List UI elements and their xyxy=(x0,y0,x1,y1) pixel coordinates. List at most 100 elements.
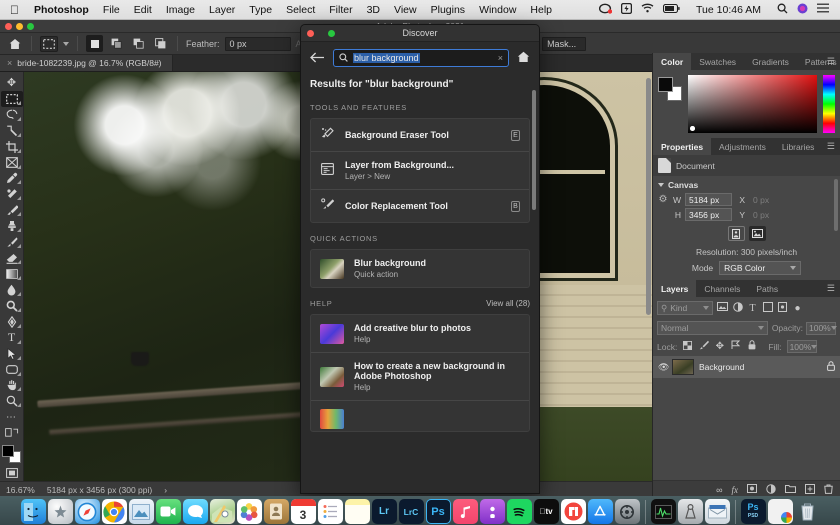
menu-type[interactable]: Type xyxy=(242,4,279,16)
opacity-input[interactable]: 100% xyxy=(806,321,837,335)
dock-item-music[interactable] xyxy=(452,499,478,524)
dock-item-finder-window[interactable] xyxy=(767,499,793,524)
properties-scrollbar[interactable] xyxy=(834,179,838,231)
lasso-tool[interactable] xyxy=(1,107,23,123)
eraser-tool[interactable] xyxy=(1,250,23,266)
menubar-clock[interactable]: Tue 10:46 AM xyxy=(689,4,768,16)
height-input[interactable]: 3456 px xyxy=(685,208,732,221)
dock-item-reminders[interactable] xyxy=(317,499,343,524)
window-controls[interactable] xyxy=(5,23,34,30)
dock-item-automator[interactable] xyxy=(677,499,703,524)
pixel-layer-filter-icon[interactable] xyxy=(717,302,728,314)
result-row-add-creative-blur[interactable]: Add creative blur to photos Help xyxy=(311,315,529,352)
type-tool[interactable]: T xyxy=(1,330,23,346)
spotlight-search-icon[interactable] xyxy=(777,3,788,17)
new-adjustment-layer-icon[interactable] xyxy=(766,483,776,496)
history-brush-tool[interactable] xyxy=(1,234,23,250)
tab-paths[interactable]: Paths xyxy=(748,280,786,297)
document-tab[interactable]: × bride-1082239.jpg @ 16.7% (RGB/8#) xyxy=(0,55,173,71)
status-expand-icon[interactable]: › xyxy=(164,485,167,495)
filter-toggle-icon[interactable]: ● xyxy=(792,303,803,314)
layer-row-background[interactable]: 👁 Background xyxy=(653,356,840,378)
menu-3d[interactable]: 3D xyxy=(360,4,387,16)
dock-item-trash[interactable] xyxy=(795,499,820,524)
link-dimensions-icon[interactable]: ⚙ xyxy=(658,194,668,205)
canvas-vertical-scrollbar[interactable] xyxy=(646,78,651,316)
result-row-how-to-create-background[interactable]: How to create a new background in Adobe … xyxy=(311,352,529,400)
brush-tool[interactable] xyxy=(1,202,23,218)
tab-layers[interactable]: Layers xyxy=(653,280,697,297)
portrait-orientation-icon[interactable] xyxy=(727,226,745,241)
dock-item-notes[interactable] xyxy=(344,499,370,524)
dock-item-mail-stack[interactable] xyxy=(704,499,730,524)
menu-file[interactable]: File xyxy=(96,4,127,16)
move-tool[interactable]: ✥ xyxy=(1,75,23,91)
dock-item-photoshop[interactable]: Ps xyxy=(425,499,451,524)
result-row-blur-background[interactable]: Blur background Quick action xyxy=(311,250,529,287)
dock-item-launchpad[interactable] xyxy=(47,499,73,524)
new-group-icon[interactable] xyxy=(785,484,796,495)
discover-panel[interactable]: Discover blur background × Results for "… xyxy=(300,24,540,494)
menu-view[interactable]: View xyxy=(387,4,424,16)
path-selection-tool[interactable] xyxy=(1,346,23,362)
chevron-down-icon[interactable] xyxy=(658,183,664,187)
layer-filter-kind-select[interactable]: ⚲ Kind xyxy=(657,301,713,315)
color-swatches[interactable] xyxy=(1,445,22,464)
apple-menu-icon[interactable]:  xyxy=(7,3,27,17)
lock-transparent-pixels-icon[interactable] xyxy=(682,340,693,353)
color-mode-select[interactable]: RGB Color xyxy=(719,261,802,275)
clone-stamp-tool[interactable] xyxy=(1,218,23,234)
dock-item-podcasts[interactable] xyxy=(479,499,505,524)
menu-layer[interactable]: Layer xyxy=(202,4,242,16)
feather-input[interactable]: 0 px xyxy=(224,36,291,51)
delete-layer-icon[interactable] xyxy=(824,484,833,496)
width-input[interactable]: 5184 px xyxy=(685,193,732,206)
menu-plugins[interactable]: Plugins xyxy=(424,4,472,16)
tool-preset-picker[interactable] xyxy=(40,35,58,52)
y-input[interactable]: 0 px xyxy=(749,208,796,221)
result-row-layer-from-background[interactable]: Layer from Background... Layer > New xyxy=(311,151,529,189)
dock-item-calendar[interactable]: 3 xyxy=(290,499,316,524)
dock-item-chrome[interactable] xyxy=(101,499,127,524)
quick-selection-tool[interactable] xyxy=(1,123,23,139)
discover-close-button[interactable] xyxy=(307,30,314,37)
dock-item-messages[interactable] xyxy=(182,499,208,524)
dock-item-apple-tv[interactable]: tv xyxy=(533,499,559,524)
zoom-level[interactable]: 16.67% xyxy=(6,485,35,495)
dodge-tool[interactable] xyxy=(1,298,23,314)
discover-zoom-button[interactable] xyxy=(328,30,335,37)
adjustment-layer-filter-icon[interactable] xyxy=(732,301,743,315)
home-icon[interactable] xyxy=(6,35,23,52)
hand-tool[interactable] xyxy=(1,378,23,394)
menu-help[interactable]: Help xyxy=(523,4,559,16)
screen-mode-icon[interactable] xyxy=(1,465,23,481)
result-row-partial[interactable] xyxy=(311,400,529,431)
pen-tool[interactable] xyxy=(1,314,23,330)
lock-all-icon[interactable] xyxy=(746,340,757,353)
panel-menu-icon[interactable]: ☰ xyxy=(827,57,835,66)
menu-filter[interactable]: Filter xyxy=(322,4,359,16)
foreground-color-chip[interactable] xyxy=(658,77,673,92)
close-window-button[interactable] xyxy=(5,23,12,30)
color-field[interactable] xyxy=(688,75,817,133)
rectangle-tool[interactable] xyxy=(1,362,23,378)
result-row-background-eraser[interactable]: Background Eraser Tool E xyxy=(311,119,529,151)
dock-item-app-store[interactable] xyxy=(587,499,613,524)
dock-item-news[interactable] xyxy=(560,499,586,524)
menu-select[interactable]: Select xyxy=(279,4,322,16)
lock-icon[interactable] xyxy=(827,361,835,373)
dock-item-safari[interactable] xyxy=(74,499,100,524)
dock-item-activity-monitor[interactable] xyxy=(650,499,676,524)
rectangular-marquee-tool[interactable] xyxy=(0,90,23,107)
siri-icon[interactable] xyxy=(797,3,808,17)
discover-search-input[interactable]: blur background × xyxy=(333,49,509,67)
foreground-color-swatch[interactable] xyxy=(1,445,14,458)
dock-item-lightroom-classic[interactable]: LrC xyxy=(398,499,424,524)
intersect-selection-icon[interactable] xyxy=(152,35,169,52)
dock-item-spotify[interactable] xyxy=(506,499,532,524)
blur-tool[interactable] xyxy=(1,282,23,298)
screen-record-icon[interactable] xyxy=(598,3,613,17)
lock-position-icon[interactable]: ✥ xyxy=(714,341,725,352)
dock-item-finder[interactable] xyxy=(20,499,46,524)
dock-item-facetime[interactable] xyxy=(155,499,181,524)
